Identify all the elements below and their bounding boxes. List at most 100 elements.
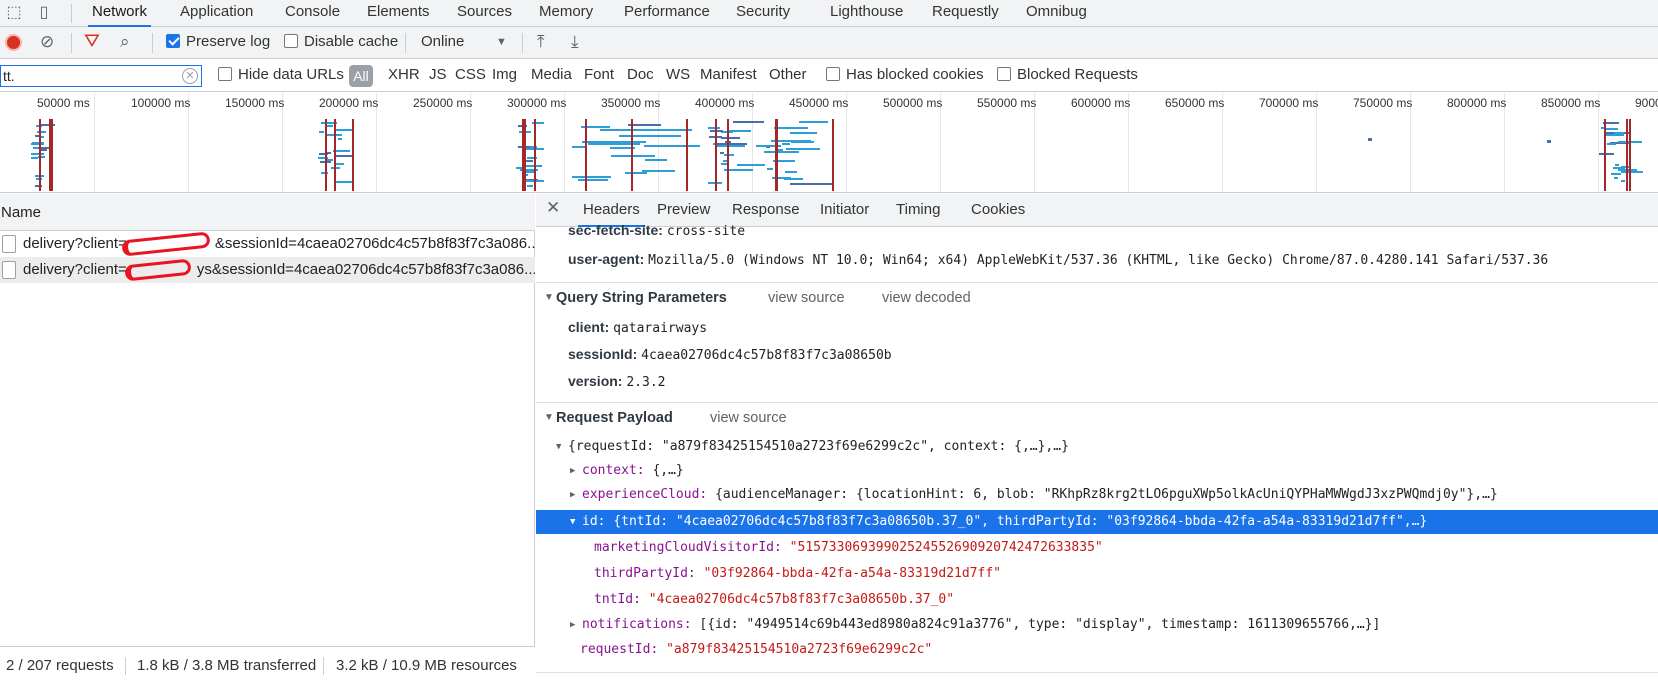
overview-gridline (94, 93, 95, 192)
overview-tick-label: 500000 ms (883, 96, 943, 110)
filter-type-media[interactable]: Media (531, 60, 572, 92)
payload-context-node[interactable]: ▶ context: {,…} (536, 459, 1658, 483)
header-sec-fetch-site: sec-fetch-site: cross-site (568, 225, 746, 239)
detail-tab-strip: ✕ Headers Preview Response Initiator Tim… (536, 194, 1658, 227)
expand-triangle-icon[interactable]: ▶ (570, 613, 575, 637)
preserve-log-checkbox[interactable]: Preserve log (166, 27, 270, 59)
overview-request-bar (714, 145, 745, 147)
overview-load-marker (334, 119, 337, 191)
payload-view-source-link[interactable]: view source (710, 403, 787, 433)
device-toolbar-icon[interactable]: ▯ (34, 3, 54, 23)
request-row-selected[interactable]: delivery?client= ys&sessionId=4caea02706d… (0, 257, 535, 283)
tab-lighthouse[interactable]: Lighthouse (830, 0, 903, 27)
tab-memory[interactable]: Memory (539, 0, 593, 27)
overview-request-bar (1368, 138, 1372, 141)
overview-request-bar (764, 151, 800, 153)
filter-bar: ✕ Hide data URLs All XHR JS CSS Img Medi… (0, 60, 1658, 92)
tab-security[interactable]: Security (736, 0, 790, 27)
overview-request-bar (572, 146, 585, 148)
network-overview[interactable]: 50000 ms 100000 ms 150000 ms 200000 ms 25000… (0, 93, 1658, 193)
overview-request-bar (1547, 140, 1551, 143)
request-row[interactable]: delivery?client= &sessionId=4caea02706dc4… (0, 231, 535, 257)
tab-response[interactable]: Response (732, 194, 800, 227)
query-param-sessionid: sessionId: 4caea02706dc4c57b8f83f7c3a086… (568, 346, 892, 363)
tab-initiator[interactable]: Initiator (820, 194, 869, 227)
filter-type-js[interactable]: JS (429, 60, 447, 92)
tab-elements[interactable]: Elements (367, 0, 430, 27)
blocked-requests-checkbox[interactable]: Blocked Requests (997, 60, 1138, 92)
file-icon (2, 235, 16, 253)
tab-application[interactable]: Application (180, 0, 253, 27)
tab-console[interactable]: Console (285, 0, 340, 27)
tab-cookies[interactable]: Cookies (971, 194, 1025, 227)
disable-cache-checkbox[interactable]: Disable cache (284, 27, 398, 59)
collapse-triangle-icon[interactable]: ▼ (556, 435, 561, 459)
overview-request-bar (645, 159, 668, 161)
filter-type-manifest[interactable]: Manifest (700, 60, 757, 92)
requests-count: 2 / 207 requests (6, 657, 114, 674)
tab-sources[interactable]: Sources (457, 0, 512, 27)
tab-requestly[interactable]: Requestly (932, 0, 999, 27)
tab-performance[interactable]: Performance (624, 0, 710, 27)
overview-request-bar (1613, 177, 1618, 179)
query-string-section-header[interactable]: ▼ Query String Parameters view source vi… (536, 282, 1658, 312)
search-icon[interactable]: ⌕ (120, 27, 130, 59)
overview-tick-label: 400000 ms (695, 96, 755, 110)
record-button[interactable] (5, 34, 22, 51)
filter-type-all[interactable]: All (349, 65, 373, 87)
overview-request-bar (335, 181, 353, 183)
throttle-select[interactable]: Online (421, 27, 464, 59)
overview-load-marker (686, 119, 689, 191)
payload-id-node-selected[interactable]: ▼ id: {tntId: "4caea02706dc4c57b8f83f7c3… (536, 510, 1658, 534)
view-decoded-link[interactable]: view decoded (882, 283, 971, 313)
filter-type-css[interactable]: CSS (455, 60, 486, 92)
overview-request-bar (785, 171, 798, 173)
expand-triangle-icon[interactable]: ▶ (570, 483, 575, 507)
payload-marketingcloudvisitorid: marketingCloudVisitorId: "51573306939902… (594, 540, 1103, 555)
hide-data-urls-checkbox[interactable]: Hide data URLs (218, 60, 344, 92)
overview-request-bar (337, 138, 342, 140)
overview-request-bar (736, 164, 765, 166)
view-source-link[interactable]: view source (768, 283, 845, 313)
filter-input[interactable] (0, 65, 202, 87)
clear-icon[interactable]: ⊘ (40, 27, 54, 59)
overview-load-marker (727, 119, 730, 191)
close-icon[interactable]: ✕ (546, 198, 560, 218)
tab-omnibug[interactable]: Omnibug (1026, 0, 1087, 27)
overview-load-marker (1603, 119, 1606, 191)
filter-icon[interactable]: ⛛ (84, 27, 100, 59)
expand-arrow-icon: ▼ (544, 412, 554, 423)
tab-network[interactable]: Network (88, 0, 152, 27)
filter-type-ws[interactable]: WS (666, 60, 690, 92)
has-blocked-cookies-checkbox[interactable]: Has blocked cookies (826, 60, 984, 92)
chevron-down-icon[interactable]: ▼ (496, 27, 507, 59)
filter-type-xhr[interactable]: XHR (388, 60, 420, 92)
request-payload-section-header[interactable]: ▼ Request Payload view source (536, 402, 1658, 432)
export-har-icon[interactable]: ⤓ (571, 27, 579, 59)
payload-root-node[interactable]: ▼ {requestId: "a879f83425154510a2723f69e… (536, 435, 1658, 459)
tab-headers[interactable]: Headers (578, 194, 645, 227)
overview-tick-label: 100000 ms (131, 96, 191, 110)
import-har-icon[interactable]: ⤒ (537, 27, 545, 59)
name-column-header[interactable]: Name (0, 194, 535, 231)
overview-request-bar (643, 145, 700, 147)
overview-load-marker (714, 119, 717, 191)
payload-notifications-node[interactable]: ▶ notifications: [{id: "4949514c69b443ed… (536, 613, 1658, 637)
clear-filter-icon[interactable]: ✕ (182, 68, 198, 84)
transferred-size: 1.8 kB / 3.8 MB transferred (137, 657, 317, 674)
tab-preview[interactable]: Preview (657, 194, 710, 227)
collapse-triangle-icon[interactable]: ▼ (570, 510, 575, 534)
overview-request-bar (790, 132, 818, 134)
overview-request-bar (31, 157, 38, 159)
overview-load-marker (533, 119, 536, 191)
payload-experiencecloud-node[interactable]: ▶ experienceCloud: {audienceManager: {lo… (536, 483, 1658, 507)
filter-type-font[interactable]: Font (584, 60, 614, 92)
filter-type-img[interactable]: Img (492, 60, 517, 92)
payload-tntid: tntId: "4caea02706dc4c57b8f83f7c3a08650b… (594, 592, 955, 607)
tab-timing[interactable]: Timing (896, 194, 940, 227)
request-details-panel: ✕ Headers Preview Response Initiator Tim… (536, 194, 1658, 684)
filter-type-other[interactable]: Other (769, 60, 807, 92)
inspect-element-icon[interactable]: ⬚ (4, 3, 24, 23)
expand-triangle-icon[interactable]: ▶ (570, 459, 575, 483)
filter-type-doc[interactable]: Doc (627, 60, 654, 92)
